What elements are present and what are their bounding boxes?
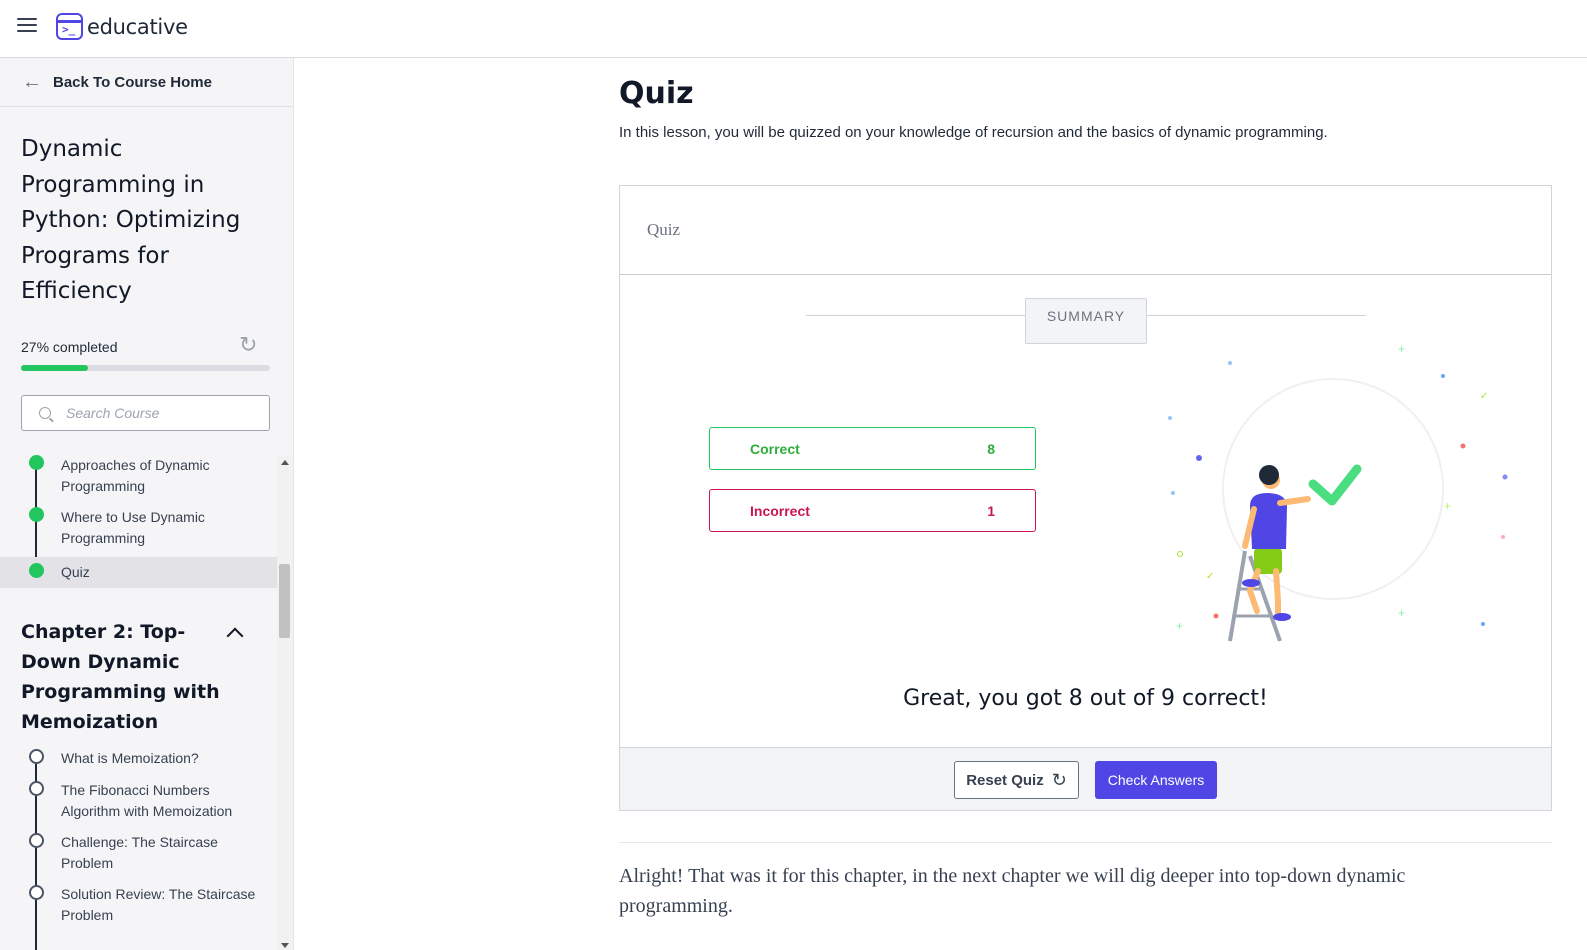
success-illustration: + + + + ✓ ✓ bbox=[1168, 342, 1508, 642]
check-answers-button[interactable]: Check Answers bbox=[1095, 761, 1217, 799]
correct-label: Correct bbox=[750, 440, 800, 457]
list-item[interactable]: What is Memoization? bbox=[0, 746, 277, 778]
scroll-down-arrow-icon[interactable] bbox=[281, 943, 289, 948]
svg-text:✓: ✓ bbox=[1480, 391, 1488, 402]
quiz-header: Quiz bbox=[620, 186, 1551, 275]
search-input[interactable] bbox=[66, 405, 256, 421]
progress-fill bbox=[21, 365, 89, 371]
correct-count: 8 bbox=[987, 440, 995, 457]
incomplete-dot-icon bbox=[29, 781, 44, 796]
result-message: Great, you got 8 out of 9 correct! bbox=[903, 686, 1268, 711]
quiz-widget: Quiz SUMMARY Correct 8 Incorrect 1 + + +… bbox=[619, 185, 1552, 811]
list-item-active[interactable]: Quiz bbox=[0, 557, 277, 588]
reset-quiz-label: Reset Quiz bbox=[966, 771, 1044, 789]
page-title: Quiz bbox=[619, 76, 694, 111]
incorrect-count: 1 bbox=[987, 502, 995, 519]
scroll-up-arrow-icon[interactable] bbox=[281, 460, 289, 465]
chapter-title[interactable]: Chapter 2: Top-Down Dynamic Programming … bbox=[21, 617, 221, 737]
svg-text:+: + bbox=[1176, 619, 1183, 633]
progress-bar bbox=[21, 365, 270, 371]
back-label: Back To Course Home bbox=[53, 73, 212, 91]
sidebar-scrollbar[interactable] bbox=[277, 456, 293, 950]
scroll-thumb[interactable] bbox=[279, 564, 290, 638]
arrow-left-icon: ← bbox=[22, 71, 42, 93]
correct-score: Correct 8 bbox=[709, 427, 1036, 470]
search-box[interactable] bbox=[21, 395, 270, 431]
svg-text:+: + bbox=[1398, 342, 1405, 356]
incorrect-label: Incorrect bbox=[750, 502, 810, 519]
list-item[interactable]: Approaches of Dynamic Programming bbox=[0, 453, 277, 505]
completed-dot-icon bbox=[29, 507, 44, 522]
lesson-list: Approaches of Dynamic Programming Where … bbox=[0, 453, 277, 588]
page-description: In this lesson, you will be quizzed on y… bbox=[619, 124, 1328, 141]
progress-label: 27% completed bbox=[21, 339, 118, 355]
closing-paragraph: Alright! That was it for this chapter, i… bbox=[619, 865, 1406, 917]
chevron-up-icon[interactable] bbox=[226, 627, 244, 645]
quiz-header-label: Quiz bbox=[647, 220, 681, 239]
quiz-footer: Reset Quiz ↻ Check Answers bbox=[620, 747, 1551, 810]
list-item[interactable]: The Fibonacci Numbers Algorithm with Mem… bbox=[0, 778, 277, 830]
back-to-course-button[interactable]: ← Back To Course Home bbox=[0, 58, 293, 107]
incomplete-dot-icon bbox=[29, 833, 44, 848]
svg-text:+: + bbox=[1398, 606, 1405, 620]
content-divider bbox=[619, 842, 1552, 843]
incomplete-dot-icon bbox=[29, 749, 44, 764]
completed-dot-icon bbox=[29, 563, 44, 578]
reset-quiz-button[interactable]: Reset Quiz ↻ bbox=[954, 761, 1079, 799]
menu-icon[interactable] bbox=[17, 18, 37, 34]
top-bar: >_ educative bbox=[0, 0, 1587, 58]
refresh-icon: ↻ bbox=[1051, 769, 1067, 790]
list-item[interactable]: Solution Review: The Staircase Problem bbox=[0, 882, 277, 934]
summary-tab: SUMMARY bbox=[1025, 298, 1147, 344]
course-title: Dynamic Programming in Python: Optimizin… bbox=[21, 136, 241, 304]
completed-dot-icon bbox=[29, 455, 44, 470]
incomplete-dot-icon bbox=[29, 885, 44, 900]
logo[interactable]: >_ educative bbox=[56, 13, 188, 40]
search-icon bbox=[39, 407, 51, 419]
logo-icon: >_ bbox=[56, 13, 83, 40]
svg-text:+: + bbox=[1444, 499, 1451, 513]
sidebar: ← Back To Course Home Dynamic Programmin… bbox=[0, 58, 294, 950]
list-item[interactable]: Challenge: The Staircase Problem bbox=[0, 830, 277, 882]
svg-text:✓: ✓ bbox=[1206, 571, 1214, 582]
logo-text: educative bbox=[87, 14, 188, 39]
incorrect-score: Incorrect 1 bbox=[709, 489, 1036, 532]
list-item[interactable]: Where to Use Dynamic Programming bbox=[0, 505, 277, 557]
lesson-list-chapter-2: What is Memoization? The Fibonacci Numbe… bbox=[0, 746, 277, 950]
reset-progress-icon[interactable]: ↻ bbox=[239, 334, 257, 356]
